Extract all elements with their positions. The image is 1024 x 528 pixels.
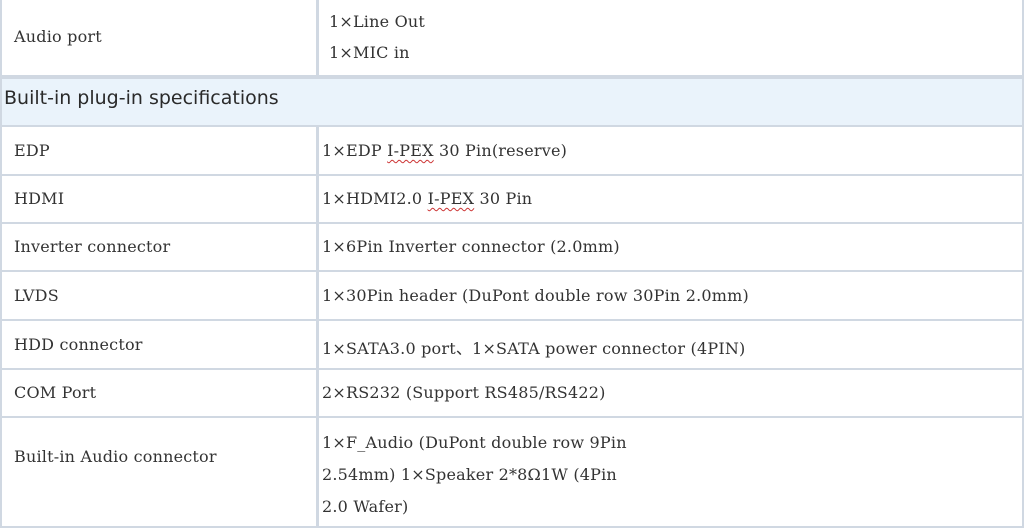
row-value-cell: 1×HDMI2.0 I-PEX 30 Pin <box>318 176 1024 224</box>
row-value: 2×RS232 (Support RS485/RS422) <box>322 383 606 402</box>
row-value-text: 30 Pin <box>474 189 533 208</box>
row-label: Audio port <box>14 27 102 46</box>
row-label: COM Port <box>14 383 97 402</box>
spellcheck-mark: I-PEX <box>387 141 434 160</box>
row-label-cell: HDD connector <box>0 321 318 370</box>
row-label-cell: HDMI <box>0 176 318 224</box>
section-title: Built-in plug-in specifications <box>4 87 279 109</box>
row-value-line: 2.54mm) 1×Speaker 2*8Ω1W (4Pin <box>322 465 617 484</box>
table-row: Inverter connector 1×6Pin Inverter conne… <box>0 224 1024 272</box>
row-value-cell: 1×EDP I-PEX 30 Pin(reserve) <box>318 127 1024 176</box>
table-row: EDP 1×EDP I-PEX 30 Pin(reserve) <box>0 127 1024 176</box>
row-value: 1×SATA3.0 port、1×SATA power connector (4… <box>322 339 746 358</box>
row-label-cell: LVDS <box>0 272 318 321</box>
row-label: HDMI <box>14 189 65 208</box>
row-label-cell: Audio port <box>0 0 318 77</box>
row-value-text: 30 Pin(reserve) <box>433 141 568 160</box>
section-header: Built-in plug-in specifications <box>0 77 1024 127</box>
row-value: 1×HDMI2.0 I-PEX 30 Pin <box>322 189 532 208</box>
table-row-audio-port: Audio port 1×Line Out 1×MIC in <box>0 0 1024 77</box>
table-row-audio-connector: Built-in Audio connector 1×F_Audio (DuPo… <box>0 418 1024 528</box>
table-row: HDD connector 1×SATA3.0 port、1×SATA powe… <box>0 321 1024 370</box>
row-label-cell: EDP <box>0 127 318 176</box>
row-label: LVDS <box>14 286 59 305</box>
row-value-line: 2.0 Wafer) <box>322 497 409 516</box>
row-value-line: 1×F_Audio (DuPont double row 9Pin <box>322 433 627 452</box>
spellcheck-mark: I-PEX <box>427 189 475 208</box>
row-value-cell: 1×Line Out 1×MIC in <box>318 0 1024 77</box>
row-label: EDP <box>14 141 50 160</box>
row-label-cell: COM Port <box>0 370 318 418</box>
row-value: 1×6Pin Inverter connector (2.0mm) <box>322 237 620 256</box>
row-value-text: 1×EDP <box>322 141 388 160</box>
table-row: COM Port 2×RS232 (Support RS485/RS422) <box>0 370 1024 418</box>
spec-table: Audio port 1×Line Out 1×MIC in Built-in … <box>0 0 1024 528</box>
table-row: LVDS 1×30Pin header (DuPont double row 3… <box>0 272 1024 321</box>
row-value: 1×30Pin header (DuPont double row 30Pin … <box>322 286 749 305</box>
row-value-line: 1×MIC in <box>329 43 410 62</box>
row-label-cell: Inverter connector <box>0 224 318 272</box>
row-value-cell: 2×RS232 (Support RS485/RS422) <box>318 370 1024 418</box>
row-label: Inverter connector <box>14 237 171 256</box>
row-value-text: 1×HDMI2.0 <box>322 189 428 208</box>
row-value-cell: 1×F_Audio (DuPont double row 9Pin 2.54mm… <box>318 418 1024 528</box>
row-label: HDD connector <box>14 335 143 354</box>
row-value-cell: 1×6Pin Inverter connector (2.0mm) <box>318 224 1024 272</box>
row-label: Built-in Audio connector <box>14 447 217 466</box>
table-row: HDMI 1×HDMI2.0 I-PEX 30 Pin <box>0 176 1024 224</box>
row-value-cell: 1×SATA3.0 port、1×SATA power connector (4… <box>318 321 1024 370</box>
row-value-line: 1×Line Out <box>329 12 426 31</box>
row-label-cell: Built-in Audio connector <box>0 418 318 528</box>
row-value: 1×EDP I-PEX 30 Pin(reserve) <box>322 141 567 160</box>
row-value-cell: 1×30Pin header (DuPont double row 30Pin … <box>318 272 1024 321</box>
